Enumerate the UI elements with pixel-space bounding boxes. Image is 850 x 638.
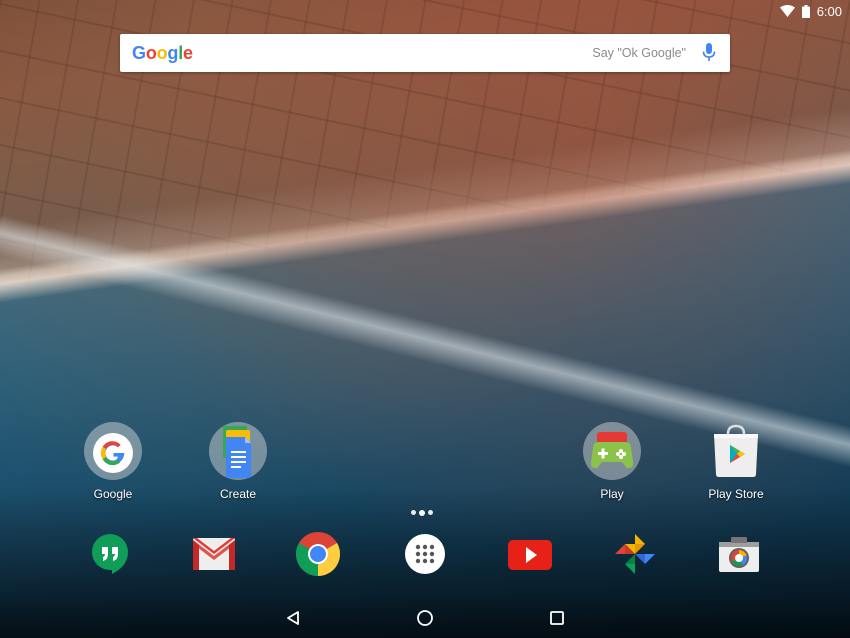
home-button[interactable]	[414, 607, 436, 629]
voice-search-hint: Say "Ok Google"	[592, 46, 686, 60]
app-label: Play	[600, 487, 624, 501]
camera-app[interactable]	[715, 530, 763, 578]
page-indicator	[411, 509, 433, 516]
page-dot-active	[419, 509, 425, 516]
google-logo-letter: o	[145, 42, 157, 63]
chrome-icon	[296, 532, 340, 576]
google-logo-letter: G	[132, 42, 146, 63]
app-label: Google	[93, 487, 133, 501]
app-label: Play Store	[708, 487, 764, 501]
home-icon	[417, 610, 433, 626]
recents-icon	[550, 611, 564, 625]
play-games-folder-icon	[583, 422, 641, 480]
play-store-icon	[707, 422, 765, 480]
battery-icon	[801, 4, 810, 18]
back-button[interactable]	[282, 607, 304, 629]
app-drawer-button[interactable]	[401, 530, 449, 578]
photos-icon	[615, 534, 655, 574]
google-logo-letter: g	[167, 42, 179, 63]
google-folder[interactable]: Google	[58, 422, 168, 501]
page-dot	[411, 510, 416, 515]
back-icon	[287, 611, 299, 625]
wifi-icon	[779, 5, 795, 17]
youtube-app[interactable]	[506, 530, 554, 578]
page-dot	[428, 510, 433, 515]
status-time: 6:00	[816, 3, 842, 19]
google-logo-letter: e	[183, 42, 193, 63]
google-folder-icon	[84, 422, 142, 480]
app-label: Create	[219, 487, 257, 501]
play-folder[interactable]: Play	[557, 422, 667, 501]
hangouts-app[interactable]	[86, 530, 134, 578]
gmail-icon	[193, 538, 235, 570]
google-search-bar[interactable]: Google Say "Ok Google"	[120, 34, 730, 72]
play-store-app[interactable]: Play Store	[681, 422, 791, 501]
camera-icon	[719, 537, 759, 572]
recents-button[interactable]	[546, 607, 568, 629]
docs-folder-icon	[209, 422, 267, 480]
chrome-app[interactable]	[294, 530, 342, 578]
photos-app[interactable]	[611, 530, 659, 578]
youtube-icon	[508, 540, 552, 570]
navigation-bar	[0, 598, 850, 638]
create-folder[interactable]: Create	[183, 422, 293, 501]
mic-icon[interactable]	[702, 43, 716, 63]
google-logo-letter: o	[156, 42, 168, 63]
gmail-app[interactable]	[190, 530, 238, 578]
hangouts-icon	[92, 534, 128, 574]
google-logo: Google	[132, 43, 193, 64]
app-drawer-icon	[405, 534, 445, 574]
status-bar: 6:00	[0, 0, 850, 22]
